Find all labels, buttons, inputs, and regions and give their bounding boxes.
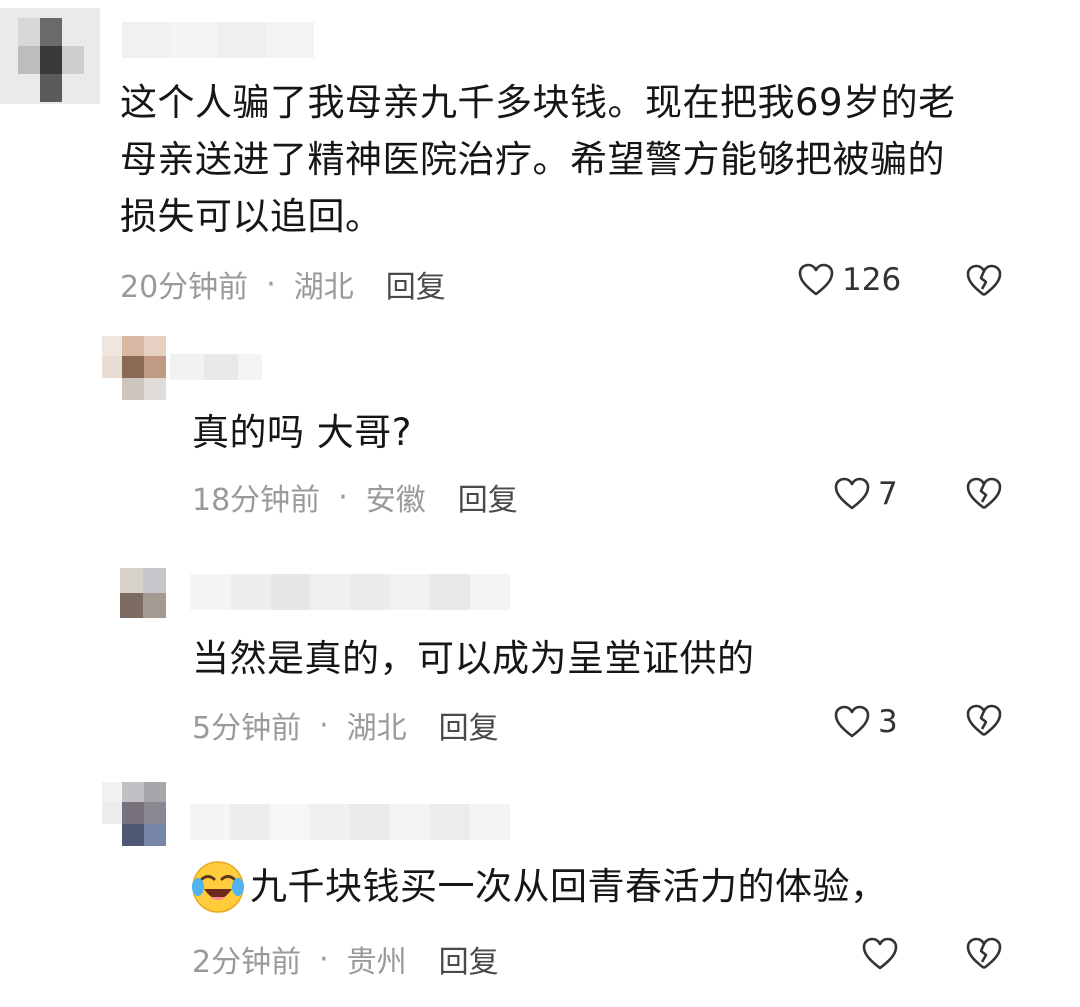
dislike-button[interactable]: [966, 937, 1002, 975]
reply-button[interactable]: 回复: [439, 937, 499, 981]
username-blurred[interactable]: [190, 574, 510, 610]
laughing-crying-emoji: [192, 860, 244, 913]
broken-heart-icon: [966, 477, 1002, 510]
username-blurred[interactable]: [190, 804, 510, 840]
like-button[interactable]: 3: [834, 704, 898, 740]
broken-heart-icon: [966, 704, 1002, 737]
like-count: 3: [878, 704, 898, 740]
avatar[interactable]: [120, 568, 166, 618]
username-blurred[interactable]: [122, 22, 314, 58]
timestamp: 18分钟前: [192, 483, 321, 518]
avatar[interactable]: [102, 782, 166, 846]
heart-outline-icon: [862, 937, 898, 970]
dislike-button[interactable]: [966, 704, 1002, 742]
location: 湖北: [346, 711, 407, 746]
comment-text: 真的吗 大哥?: [192, 411, 412, 454]
avatar[interactable]: [0, 8, 100, 104]
timestamp: 5分钟前: [192, 711, 302, 746]
comment-text: 当然是真的，可以成为呈堂证供的: [192, 637, 755, 680]
separator: ·: [319, 707, 329, 743]
comment-meta: 2分钟前 · 贵州 回复: [192, 937, 499, 981]
broken-heart-icon: [966, 937, 1002, 970]
like-button[interactable]: 7: [834, 476, 898, 512]
comment-text: 九千块钱买一次从回青春活力的体验，: [190, 858, 888, 915]
reply-button[interactable]: 回复: [439, 703, 499, 747]
comment-text: 这个人骗了我母亲九千多块钱。现在把我69岁的老 母亲送进了精神医院治疗。希望警方…: [120, 81, 956, 238]
avatar[interactable]: [102, 336, 166, 400]
location: 贵州: [346, 945, 407, 980]
location: 湖北: [293, 270, 354, 305]
location: 安徽: [365, 483, 426, 518]
dislike-button[interactable]: [966, 477, 1002, 515]
comment-meta: 18分钟前 · 安徽 回复: [192, 475, 518, 519]
comment-meta: 20分钟前 · 湖北 回复: [120, 262, 446, 306]
heart-outline-icon: [798, 263, 834, 296]
username-blurred[interactable]: [170, 354, 262, 380]
like-button[interactable]: [862, 937, 898, 971]
comment-text-body: 九千块钱买一次从回青春活力的体验，: [250, 865, 888, 908]
separator: ·: [338, 479, 348, 515]
reply-button[interactable]: 回复: [458, 475, 518, 519]
comment-meta: 5分钟前 · 湖北 回复: [192, 703, 499, 747]
like-button[interactable]: 126: [798, 262, 901, 298]
separator: ·: [266, 266, 276, 302]
dislike-button[interactable]: [966, 264, 1002, 302]
heart-outline-icon: [834, 705, 870, 738]
timestamp: 2分钟前: [192, 945, 302, 980]
broken-heart-icon: [966, 264, 1002, 297]
separator: ·: [319, 941, 329, 977]
heart-outline-icon: [834, 477, 870, 510]
timestamp: 20分钟前: [120, 270, 249, 305]
like-count: 7: [878, 476, 898, 512]
reply-button[interactable]: 回复: [386, 262, 446, 306]
like-count: 126: [842, 262, 902, 298]
